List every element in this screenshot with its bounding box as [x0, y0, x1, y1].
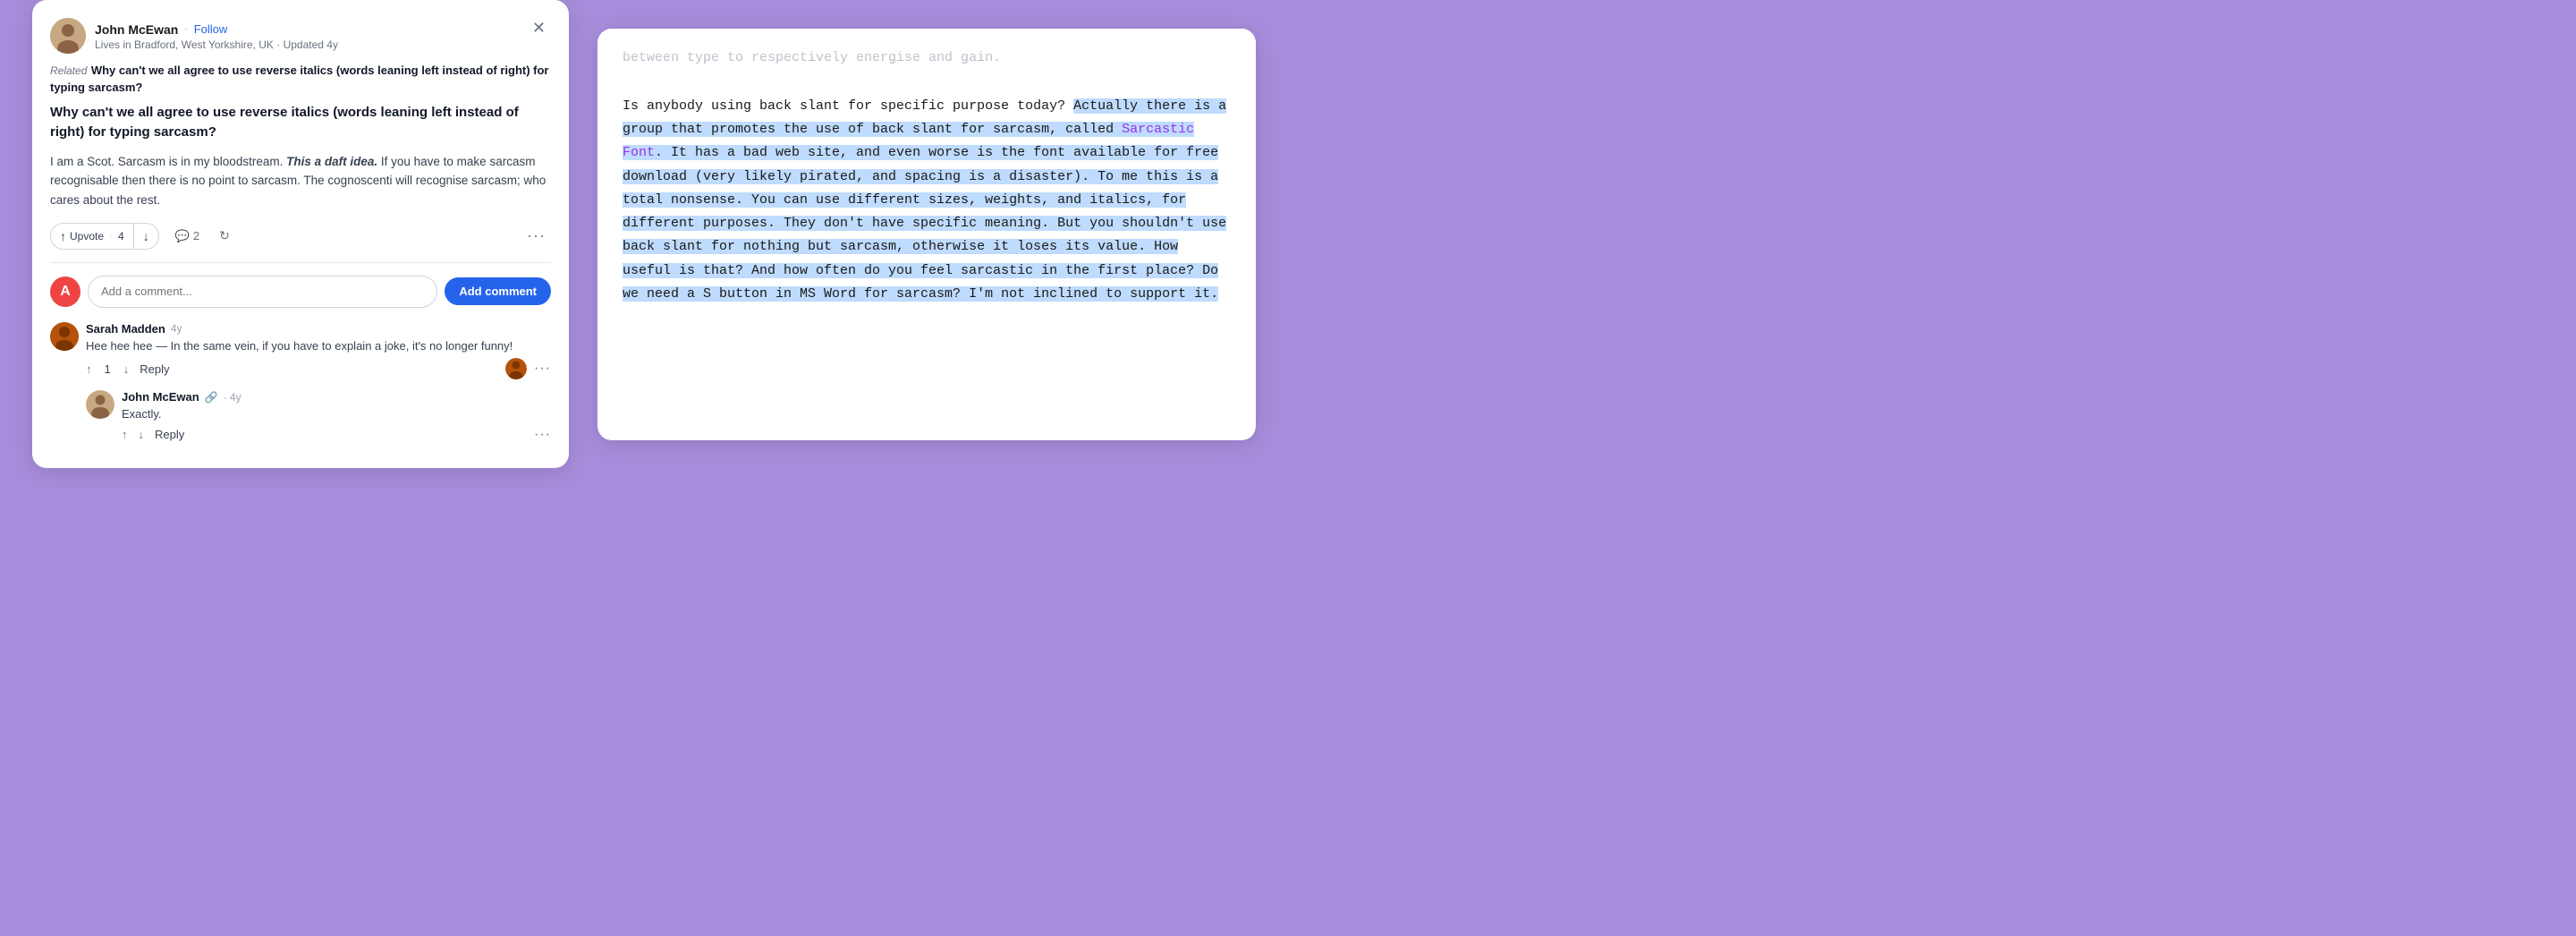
comment-item-sarah: Sarah Madden 4y Hee hee hee — In the sam…	[50, 322, 551, 380]
answer-text-before: I am a Scot. Sarcasm is in my bloodstrea…	[50, 155, 286, 168]
comment-body-sarah: Sarah Madden 4y Hee hee hee — In the sam…	[86, 322, 551, 380]
commenter-avatar: A	[50, 277, 80, 307]
comment-text-john-nested: Exactly.	[122, 405, 551, 423]
sarah-small-avatar	[505, 358, 527, 379]
comment-downvote-john[interactable]: ↓	[139, 428, 145, 441]
upvote-button[interactable]: ↑ Upvote · 4	[51, 224, 133, 249]
comment-time-john-nested: · 4y	[224, 391, 242, 404]
comment-text-sarah: Hee hee hee — In the same vein, if you h…	[86, 337, 551, 355]
comment-author-row-john: John McEwan 🔗 · 4y	[122, 390, 551, 404]
highlighted-text-continuation: . It has a bad web site, and even worse …	[623, 145, 1226, 302]
user-name-row: John McEwan · Follow	[95, 21, 338, 38]
main-question-title: Why can't we all agree to use reverse it…	[50, 103, 551, 143]
comment-time-sarah: 4y	[171, 322, 182, 335]
comment-author-john-nested: John McEwan	[122, 390, 199, 404]
comment-downvote-icon: ↓	[123, 362, 130, 376]
comment-downvote-icon-john: ↓	[139, 428, 145, 441]
comment-actions-sarah: ↑ 1 ↓ Reply	[86, 358, 551, 379]
comments-section: Sarah Madden 4y Hee hee hee — In the sam…	[50, 322, 551, 443]
comment-input-row: A Add comment	[50, 276, 551, 308]
comment-avatar-john-nested	[86, 390, 114, 419]
upvote-count: 4	[118, 230, 124, 243]
user-name: John McEwan	[95, 22, 178, 37]
right-card-inner: between type to respectively energise an…	[597, 29, 1256, 440]
left-panel-card: John McEwan · Follow Lives in Bradford, …	[32, 0, 569, 467]
downvote-button[interactable]: ↓	[134, 224, 158, 249]
comment-upvote-sarah[interactable]: ↑	[86, 362, 92, 376]
comment-item-john-nested: John McEwan 🔗 · 4y Exactly. ↑ ↓ Reply ··…	[86, 390, 551, 443]
comment-icon: 💬	[175, 229, 190, 243]
user-info: John McEwan · Follow Lives in Bradford, …	[50, 18, 338, 54]
comment-author-sarah: Sarah Madden	[86, 322, 165, 336]
comment-count: 2	[193, 229, 199, 243]
link-icon: 🔗	[205, 391, 218, 404]
comment-upvote-icon: ↑	[86, 362, 92, 376]
faded-top-text: between type to respectively energise an…	[623, 47, 1231, 70]
comment-reply-john[interactable]: Reply	[155, 428, 184, 441]
comment-upvote-icon-john: ↑	[122, 428, 128, 441]
related-section: Related Why can't we all agree to use re…	[50, 63, 551, 95]
answer-body: I am a Scot. Sarcasm is in my bloodstrea…	[50, 152, 551, 210]
follow-link[interactable]: Follow	[194, 22, 228, 36]
user-meta: Lives in Bradford, West Yorkshire, UK · …	[95, 38, 338, 51]
right-card-main-text: Is anybody using back slant for specific…	[623, 70, 1231, 306]
related-question: Why can't we all agree to use reverse it…	[50, 64, 549, 93]
comment-downvote-sarah[interactable]: ↓	[123, 362, 130, 376]
comment-reply-sarah[interactable]: Reply	[140, 362, 169, 376]
comment-more-john[interactable]: ···	[534, 427, 551, 443]
more-options-button[interactable]: ···	[521, 225, 551, 247]
avatar	[50, 18, 86, 54]
comment-button[interactable]: 💬 2	[172, 227, 203, 245]
downvote-arrow-icon: ↓	[143, 229, 149, 243]
highlighted-text-block: Actually there is a group that promotes …	[623, 98, 1226, 302]
plain-text-before-highlight: Is anybody using back slant for specific…	[623, 98, 1073, 114]
close-button[interactable]: ✕	[527, 18, 551, 38]
action-bar: ↑ Upvote · 4 ↓ 💬 2 ↻ ···	[50, 223, 551, 263]
comment-more-sarah[interactable]: ···	[534, 361, 551, 377]
share-icon: ↻	[219, 228, 230, 243]
comment-author-row-sarah: Sarah Madden 4y	[86, 322, 551, 336]
commenter-initial: A	[60, 284, 71, 300]
comment-avatar-sarah	[50, 322, 79, 351]
comment-input[interactable]	[88, 276, 437, 308]
share-button[interactable]: ↻	[216, 226, 233, 245]
add-comment-button[interactable]: Add comment	[445, 277, 551, 305]
right-panel-card: between type to respectively energise an…	[597, 29, 1256, 440]
vote-group: ↑ Upvote · 4 ↓	[50, 223, 159, 250]
related-label: Related	[50, 64, 87, 77]
card-header: John McEwan · Follow Lives in Bradford, …	[50, 18, 551, 54]
comment-actions-john: ↑ ↓ Reply ···	[122, 427, 551, 443]
upvote-label: Upvote	[70, 230, 104, 243]
comment-body-john-nested: John McEwan 🔗 · 4y Exactly. ↑ ↓ Reply ··…	[122, 390, 551, 443]
upvote-arrow-icon: ↑	[60, 229, 66, 243]
comment-vote-count-sarah: 1	[105, 362, 111, 376]
answer-bold-italic: This a daft idea.	[286, 155, 377, 168]
comment-upvote-john[interactable]: ↑	[122, 428, 128, 441]
